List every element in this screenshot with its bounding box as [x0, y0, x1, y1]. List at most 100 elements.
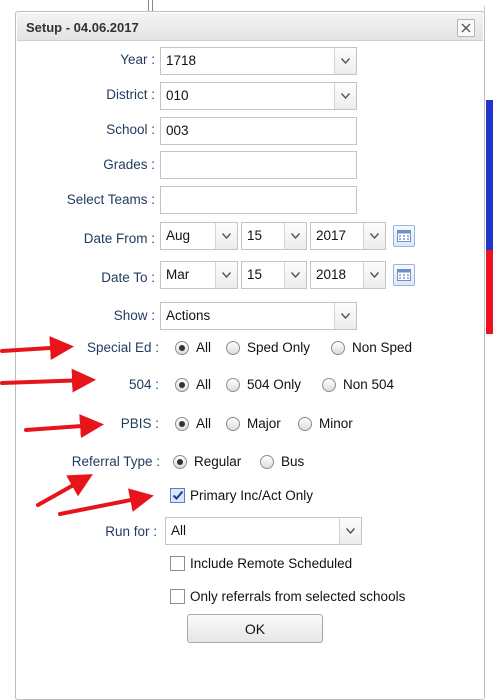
run-for-value: All: [171, 523, 187, 538]
radio-unselected: [298, 416, 312, 431]
date-to-day-select[interactable]: 15: [241, 261, 307, 289]
radio-label: Sped Only: [247, 340, 311, 355]
background-red-bar: [486, 250, 493, 334]
select-teams-label: Select Teams :: [66, 192, 155, 207]
background-blue-bar: [486, 100, 493, 250]
radio-label: All: [196, 340, 212, 355]
radio-selected: [175, 416, 189, 431]
pbis-radio-minor[interactable]: Minor: [298, 416, 353, 431]
radio-unselected: [322, 377, 336, 392]
radio-selected: [173, 454, 187, 469]
chevron-down-icon[interactable]: [363, 262, 385, 288]
district-select[interactable]: 010: [160, 82, 357, 110]
radio-unselected: [331, 340, 345, 355]
radio-label: 504 Only: [247, 377, 302, 392]
checkmark-icon: [172, 490, 184, 500]
district-value: 010: [166, 88, 189, 103]
show-label: Show :: [113, 308, 155, 323]
radio-unselected: [226, 377, 240, 392]
date-to-month-select[interactable]: Mar: [160, 261, 238, 289]
date-from-day-select[interactable]: 15: [241, 222, 307, 250]
section-504-radio-all[interactable]: All: [175, 377, 211, 392]
date-to-year-select[interactable]: 2018: [310, 261, 386, 289]
close-icon: [461, 23, 471, 33]
radio-label: Non Sped: [352, 340, 413, 355]
calendar-icon: [397, 230, 411, 242]
radio-unselected: [260, 454, 274, 469]
pbis-radio-major[interactable]: Major: [226, 416, 281, 431]
radio-label: Minor: [319, 416, 353, 431]
radio-selected: [175, 340, 189, 355]
chevron-down-icon[interactable]: [334, 48, 356, 74]
date-to-label: Date To :: [101, 270, 155, 285]
chevron-down-icon[interactable]: [215, 223, 237, 249]
special-ed-label: Special Ed :: [86, 340, 159, 355]
show-select[interactable]: Actions: [160, 302, 357, 330]
checkbox-unchecked: [170, 556, 185, 571]
section-504-radio-504-only[interactable]: 504 Only: [226, 377, 301, 392]
radio-selected: [175, 377, 189, 392]
section-504-radio-non-504[interactable]: Non 504: [322, 377, 394, 392]
run-for-select[interactable]: All: [165, 517, 362, 545]
dialog-title: Setup - 04.06.2017: [26, 20, 139, 35]
grades-label: Grades :: [103, 157, 155, 172]
pbis-radio-all[interactable]: All: [175, 416, 211, 431]
checkbox-unchecked: [170, 589, 185, 604]
date-from-year-select[interactable]: 2017: [310, 222, 386, 250]
select-teams-input[interactable]: [160, 186, 357, 214]
school-input[interactable]: 003: [160, 117, 357, 145]
radio-unselected: [226, 340, 240, 355]
checkbox-label: Include Remote Scheduled: [190, 556, 353, 571]
year-select[interactable]: 1718: [160, 47, 357, 75]
year-value: 1718: [166, 53, 197, 68]
referral-type-radio-regular[interactable]: Regular: [173, 454, 241, 469]
checkbox-checked: [170, 488, 185, 503]
date-to-month-value: Mar: [166, 267, 190, 282]
date-to-year-value: 2018: [316, 267, 347, 282]
calendar-icon: [397, 269, 411, 281]
chevron-down-icon[interactable]: [339, 518, 361, 544]
date-from-label: Date From :: [83, 231, 155, 246]
chevron-down-icon[interactable]: [284, 223, 306, 249]
special-ed-radio-non-sped[interactable]: Non Sped: [331, 340, 412, 355]
referral-type-label: Referral Type :: [71, 454, 160, 469]
school-label: School :: [106, 122, 155, 137]
ok-button[interactable]: OK: [187, 614, 323, 643]
special-ed-radio-all[interactable]: All: [175, 340, 211, 355]
checkbox-label: Only referrals from selected schools: [190, 589, 406, 604]
date-to-calendar-button[interactable]: [393, 264, 415, 286]
year-label: Year :: [120, 52, 155, 67]
pbis-label: PBIS :: [120, 416, 159, 431]
special-ed-radio-sped-only[interactable]: Sped Only: [226, 340, 310, 355]
section-504-label: 504 :: [128, 377, 159, 392]
date-from-month-value: Aug: [166, 228, 191, 243]
chevron-down-icon[interactable]: [284, 262, 306, 288]
chevron-down-icon[interactable]: [334, 303, 356, 329]
chevron-down-icon[interactable]: [215, 262, 237, 288]
chevron-down-icon[interactable]: [334, 83, 356, 109]
date-to-day-value: 15: [247, 267, 263, 282]
date-from-year-value: 2017: [316, 228, 347, 243]
date-from-calendar-button[interactable]: [393, 225, 415, 247]
radio-label: All: [196, 416, 212, 431]
radio-label: Regular: [194, 454, 242, 469]
date-from-month-select[interactable]: Aug: [160, 222, 238, 250]
date-from-day-value: 15: [247, 228, 263, 243]
primary-inc-act-only-checkbox[interactable]: Primary Inc/Act Only: [170, 488, 313, 503]
only-selected-schools-checkbox[interactable]: Only referrals from selected schools: [170, 589, 405, 604]
radio-unselected: [226, 416, 240, 431]
dialog-titlebar: Setup - 04.06.2017: [17, 13, 483, 41]
include-remote-scheduled-checkbox[interactable]: Include Remote Scheduled: [170, 556, 352, 571]
show-value: Actions: [166, 308, 211, 323]
run-for-label: Run for :: [105, 524, 157, 539]
radio-label: Bus: [281, 454, 305, 469]
close-button[interactable]: [457, 19, 475, 37]
grades-input[interactable]: [160, 151, 357, 179]
checkbox-label: Primary Inc/Act Only: [190, 488, 314, 503]
radio-label: Non 504: [343, 377, 395, 392]
chevron-down-icon[interactable]: [363, 223, 385, 249]
radio-label: All: [196, 377, 212, 392]
school-value: 003: [166, 123, 189, 138]
radio-label: Major: [247, 416, 281, 431]
referral-type-radio-bus[interactable]: Bus: [260, 454, 304, 469]
